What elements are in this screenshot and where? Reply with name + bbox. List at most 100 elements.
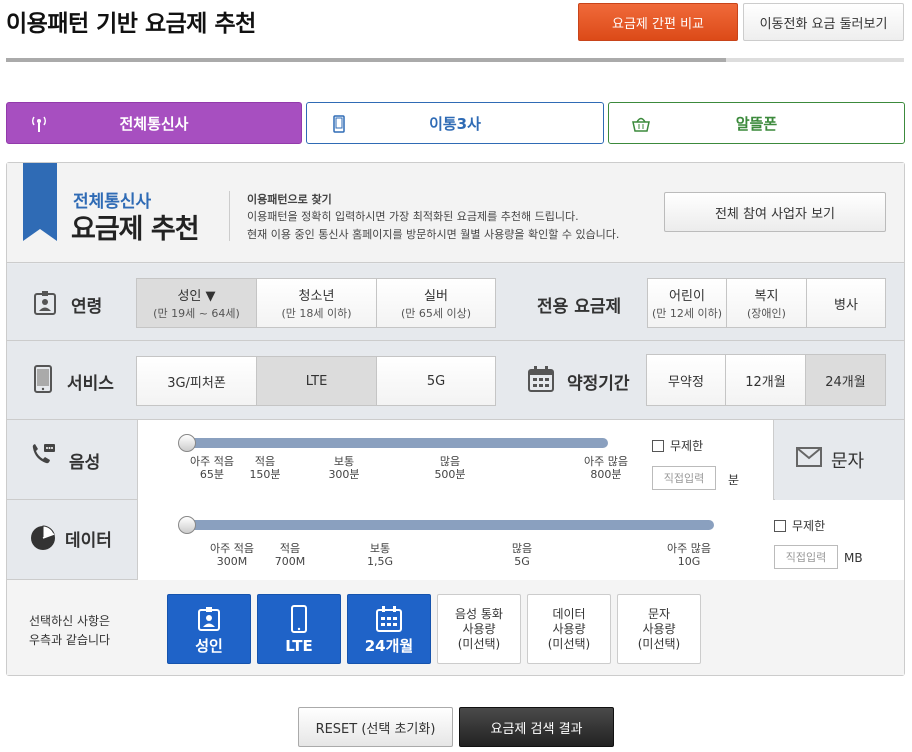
- contract-option-12m[interactable]: 12개월: [726, 355, 806, 405]
- envelope-icon: [796, 447, 822, 467]
- age-option-adult[interactable]: 성인 ▼ (만 19세 ~ 64세): [137, 279, 257, 327]
- special-plan-selector: 어린이 (만 12세 이하) 복지 (장애인) 병사: [647, 278, 886, 328]
- option-main: 복지: [754, 289, 779, 304]
- data-tick: 적음 700M: [274, 542, 306, 568]
- message-label: 문자: [831, 451, 865, 472]
- chip-label: 사용량: [462, 621, 496, 636]
- chip-label: 음성 통화: [455, 606, 503, 621]
- summary-chip-data[interactable]: 데이터 사용량 (미선택): [527, 594, 611, 664]
- summary-text-line: 선택하신 사항은: [29, 614, 111, 628]
- chip-label: LTE: [285, 636, 313, 655]
- summary-chip-service[interactable]: LTE: [257, 594, 341, 664]
- option-main: 병사: [834, 297, 858, 313]
- age-label: 연령: [71, 297, 103, 317]
- service-selector: 3G/피처폰 LTE 5G: [136, 356, 496, 406]
- voice-tick: 아주 많음 800분: [584, 455, 628, 481]
- summary-chip-message[interactable]: 문자 사용량 (미선택): [617, 594, 701, 664]
- data-unit: MB: [844, 551, 863, 565]
- tab-all-carriers[interactable]: 전체통신사: [6, 102, 302, 144]
- data-slider-handle[interactable]: [178, 516, 196, 534]
- page-progress-bar: [6, 58, 904, 62]
- option-sub: (장애인): [747, 307, 786, 320]
- tab-label: 알뜰폰: [735, 114, 778, 133]
- data-tick: 아주 많음 10G: [667, 542, 711, 568]
- service-row: 서비스 3G/피처폰 LTE 5G 약정기간 무약정 12개월 24개월: [7, 341, 904, 420]
- option-main: 3G/피처폰: [167, 375, 226, 391]
- basket-icon: [632, 117, 650, 132]
- option-main: 24개월: [825, 374, 866, 390]
- pie-chart-icon: [31, 525, 55, 550]
- data-slider-area: 아주 적음 300M 적음 700M 보통 1,5G 많음 5G 아주 많음 10G 무제…: [137, 500, 904, 580]
- chip-label: (미선택): [637, 636, 681, 651]
- option-main: 청소년: [298, 289, 335, 304]
- reset-button[interactable]: RESET (선택 초기화): [298, 707, 453, 747]
- age-option-silver[interactable]: 실버 (만 65세 이상): [377, 279, 495, 327]
- browse-plans-button[interactable]: 이동전화 요금 둘러보기: [743, 3, 904, 41]
- phone-icon: [333, 115, 345, 133]
- voice-slider-handle[interactable]: [178, 434, 196, 452]
- voice-tick: 아주 적음 65분: [190, 455, 234, 481]
- service-option-3g[interactable]: 3G/피처폰: [137, 357, 257, 405]
- id-badge-icon: [34, 291, 56, 315]
- voice-label: 음성: [69, 453, 101, 473]
- voice-slider-area: 아주 적음 65분 적음 150분 보통 300분 많음 500분 아주 많음 800분 …: [137, 420, 774, 500]
- summary-chip-age[interactable]: 성인: [167, 594, 251, 664]
- compare-plans-button[interactable]: 요금제 간편 비교: [578, 3, 738, 41]
- id-card-icon: [198, 606, 220, 631]
- summary-text-line: 우측과 같습니다: [29, 633, 111, 647]
- special-option-child[interactable]: 어린이 (만 12세 이하): [648, 279, 727, 327]
- smartphone-icon: [34, 365, 52, 393]
- age-row: 연령 성인 ▼ (만 19세 ~ 64세) 청소년 (만 18세 이하) 실버 …: [7, 264, 904, 341]
- tab-mvno[interactable]: 알뜰폰: [608, 102, 905, 144]
- header-desc-1: 이용패턴으로 찾기: [247, 193, 332, 206]
- data-row: 데이터 아주 적음 300M 적음 700M 보통 1,5G 많음 5G 아주 많음 10…: [7, 500, 904, 580]
- data-tick: 아주 적음 300M: [210, 542, 254, 568]
- chip-label: 24개월: [364, 636, 414, 655]
- option-main: LTE: [305, 373, 328, 389]
- option-main: 어린이: [669, 289, 705, 304]
- checkbox-label: 무제한: [792, 519, 826, 533]
- special-option-soldier[interactable]: 병사: [807, 279, 885, 327]
- panel-header: 전체통신사 요금제 추천 이용패턴으로 찾기 이용패턴을 정확히 입력하시면 가…: [7, 163, 904, 263]
- contract-option-24m[interactable]: 24개월: [806, 355, 885, 405]
- data-slider-track[interactable]: [186, 520, 714, 530]
- data-label: 데이터: [65, 531, 112, 551]
- data-tick: 보통 1,5G: [366, 542, 394, 568]
- special-plan-label: 전용 요금제: [537, 297, 622, 317]
- contract-option-none[interactable]: 무약정: [647, 355, 726, 405]
- data-unlimited-checkbox[interactable]: 무제한: [774, 517, 825, 534]
- service-option-5g[interactable]: 5G: [377, 357, 495, 405]
- special-option-welfare[interactable]: 복지 (장애인): [727, 279, 807, 327]
- smartphone-icon: [291, 604, 307, 633]
- chip-label: 사용량: [642, 621, 676, 636]
- voice-direct-input[interactable]: 직접입력: [652, 466, 716, 490]
- voice-slider-track[interactable]: [186, 438, 608, 448]
- tab-label: 전체통신사: [119, 114, 189, 133]
- summary-chip-contract[interactable]: 24개월: [347, 594, 431, 664]
- tab-big3-carriers[interactable]: 이통3사: [306, 102, 604, 144]
- message-section[interactable]: 문자: [775, 420, 904, 500]
- data-direct-input[interactable]: 직접입력: [774, 545, 838, 569]
- chip-label: 데이터: [552, 606, 586, 621]
- option-sub: (만 65세 이상): [400, 307, 472, 320]
- voice-tick: 보통 300분: [328, 455, 360, 481]
- option-sub: (만 18세 이하): [281, 307, 352, 320]
- view-partners-button[interactable]: 전체 참여 사업자 보기: [664, 192, 886, 232]
- header-desc-3: 현재 이용 중인 통신사 홈페이지를 방문하시면 월별 사용량을 확인할 수 있…: [247, 228, 620, 241]
- voice-unlimited-checkbox[interactable]: 무제한: [652, 437, 703, 454]
- chip-label: (미선택): [547, 636, 591, 651]
- voice-unit: 분: [728, 473, 740, 487]
- option-main: 무약정: [668, 374, 704, 390]
- service-option-lte[interactable]: LTE: [257, 357, 377, 405]
- chip-label: 성인: [195, 636, 223, 655]
- summary-chip-voice[interactable]: 음성 통화 사용량 (미선택): [437, 594, 521, 664]
- age-option-youth[interactable]: 청소년 (만 18세 이하): [257, 279, 377, 327]
- age-selector: 성인 ▼ (만 19세 ~ 64세) 청소년 (만 18세 이하) 실버 (만 …: [136, 278, 496, 328]
- checkbox-box[interactable]: [652, 439, 664, 452]
- contract-label: 약정기간: [567, 374, 630, 394]
- search-results-button[interactable]: 요금제 검색 결과: [459, 707, 614, 747]
- contract-selector: 무약정 12개월 24개월: [646, 354, 886, 406]
- checkbox-box[interactable]: [774, 519, 786, 532]
- voice-row: 음성 아주 적음 65분 적음 150분 보통 300분 많음 500분 아주 많음 80…: [7, 420, 904, 500]
- service-label: 서비스: [67, 374, 114, 394]
